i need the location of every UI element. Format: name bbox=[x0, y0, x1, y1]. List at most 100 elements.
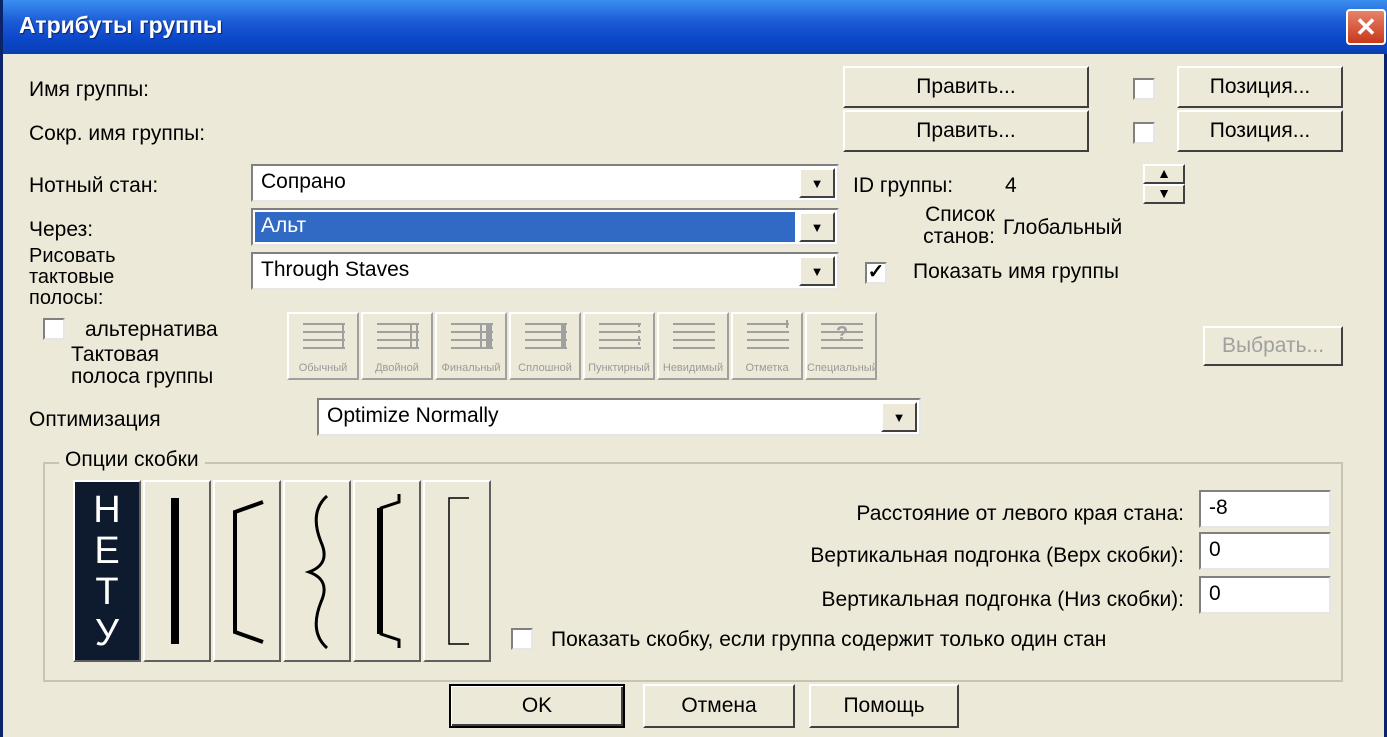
show-group-name-label: Показать имя группы bbox=[913, 260, 1119, 283]
group-name-edit-button[interactable]: Править... bbox=[843, 66, 1089, 108]
barline-final-icon bbox=[451, 323, 493, 349]
barlines-select-value: Through Staves bbox=[261, 258, 410, 281]
cancel-button[interactable]: Отмена bbox=[643, 684, 795, 728]
staff-list-label-line2: станов: bbox=[923, 225, 995, 248]
group-id-value: 4 bbox=[1005, 174, 1017, 197]
bracket-none-button[interactable]: Н Е Т У bbox=[73, 480, 141, 662]
show-group-name-checkbox[interactable]: ✓ bbox=[865, 262, 887, 284]
short-group-name-edit-button[interactable]: Править... bbox=[843, 110, 1089, 152]
barline-style-caption: Двойной bbox=[375, 362, 419, 374]
group-id-spin-down[interactable]: ▼ bbox=[1143, 184, 1185, 204]
bracket-none-letter: Т bbox=[95, 571, 119, 613]
check-icon: ✓ bbox=[867, 261, 885, 283]
short-group-name-label: Сокр. имя группы: bbox=[29, 122, 206, 145]
barline-invisible-icon bbox=[673, 323, 715, 349]
close-button[interactable]: ✕ bbox=[1346, 9, 1386, 45]
choose-button[interactable]: Выбрать... bbox=[1203, 326, 1343, 366]
bracket-line-icon bbox=[171, 498, 179, 644]
through-select[interactable]: Альт ▼ bbox=[251, 208, 839, 246]
bottom-adjust-input[interactable]: 0 bbox=[1199, 576, 1331, 614]
barline-normal-icon bbox=[303, 323, 345, 349]
group-barline-label: Тактовая полоса группы bbox=[71, 344, 213, 388]
barlines-label-line2: тактовые bbox=[29, 266, 115, 288]
bracket-none-letter: Н bbox=[93, 489, 121, 531]
barline-tick-icon bbox=[747, 320, 789, 349]
alternative-label: альтернатива bbox=[85, 318, 218, 341]
top-adjust-label: Вертикальная подгонка (Верх скобки): bbox=[810, 544, 1184, 567]
bracket-line-button[interactable] bbox=[143, 480, 211, 662]
show-single-bracket-label: Показать скобку, если группа содержит то… bbox=[551, 628, 1107, 651]
chevron-down-icon[interactable]: ▼ bbox=[881, 402, 917, 432]
alternative-checkbox[interactable] bbox=[43, 318, 65, 340]
bracket-square-icon bbox=[233, 500, 264, 644]
barline-style-caption: Специальный bbox=[807, 362, 875, 374]
barline-style-normal-button[interactable]: Обычный bbox=[287, 312, 359, 380]
short-group-name-position-button[interactable]: Позиция... bbox=[1177, 110, 1343, 152]
top-adjust-input[interactable]: 0 bbox=[1199, 532, 1331, 570]
staff-select[interactable]: Сопрано ▼ bbox=[251, 164, 839, 202]
barlines-label-line1: Рисовать bbox=[29, 245, 116, 267]
group-name-position-button[interactable]: Позиция... bbox=[1177, 66, 1343, 108]
bracket-square-button[interactable] bbox=[213, 480, 281, 662]
group-name-position-checkbox[interactable] bbox=[1133, 78, 1155, 100]
barline-double-icon bbox=[377, 323, 419, 349]
bottom-adjust-label: Вертикальная подгонка (Низ скобки): bbox=[821, 588, 1184, 611]
show-single-bracket-checkbox[interactable] bbox=[511, 628, 533, 650]
optimization-select-value: Optimize Normally bbox=[327, 404, 499, 427]
optimization-label: Оптимизация bbox=[29, 408, 161, 431]
short-group-name-position-checkbox[interactable] bbox=[1133, 122, 1155, 144]
bracket-thin-square-icon bbox=[448, 497, 469, 645]
distance-label: Расстояние от левого края стана: bbox=[856, 502, 1184, 525]
title-bar[interactable]: Атрибуты группы ✕ bbox=[3, 0, 1387, 54]
staff-list-label-line1: Список bbox=[925, 203, 995, 226]
bracket-curly-icon bbox=[304, 494, 329, 650]
bracket-thin-square-button[interactable] bbox=[423, 480, 491, 662]
chevron-down-icon[interactable]: ▼ bbox=[799, 168, 835, 198]
through-select-value: Альт bbox=[255, 212, 795, 242]
ok-button[interactable]: OK bbox=[449, 684, 625, 728]
staff-label: Нотный стан: bbox=[29, 174, 159, 197]
help-button[interactable]: Помощь bbox=[809, 684, 959, 728]
barline-style-dashed-button[interactable]: Пунктирный bbox=[583, 312, 655, 380]
barline-style-caption: Финальный bbox=[441, 362, 501, 374]
svg-text:?: ? bbox=[836, 323, 848, 345]
window-title: Атрибуты группы bbox=[19, 12, 223, 38]
barline-style-caption: Отметка bbox=[745, 362, 789, 374]
bracket-curly-button[interactable] bbox=[283, 480, 351, 662]
bracket-bold-square-button[interactable] bbox=[353, 480, 421, 662]
barline-style-caption: Пунктирный bbox=[588, 362, 650, 374]
bracket-none-letter: У bbox=[94, 612, 120, 654]
barline-style-custom-button[interactable]: ? Специальный bbox=[805, 312, 877, 380]
barline-style-invisible-button[interactable]: Невидимый bbox=[657, 312, 729, 380]
close-icon: ✕ bbox=[1355, 11, 1377, 42]
arrow-up-icon: ▲ bbox=[1157, 165, 1171, 181]
group-id-label: ID группы: bbox=[853, 174, 954, 197]
staff-list-value: Глобальный bbox=[1003, 216, 1123, 239]
barline-style-caption: Сплошной bbox=[518, 362, 572, 374]
barline-style-final-button[interactable]: Финальный bbox=[435, 312, 507, 380]
chevron-down-icon[interactable]: ▼ bbox=[799, 212, 835, 242]
chevron-down-icon[interactable]: ▼ bbox=[799, 256, 835, 286]
group-name-label: Имя группы: bbox=[29, 78, 150, 101]
bracket-none-letter: Е bbox=[94, 530, 120, 572]
group-barline-label-line2: полоса группы bbox=[71, 365, 214, 388]
barlines-select[interactable]: Through Staves ▼ bbox=[251, 252, 839, 290]
barline-style-double-button[interactable]: Двойной bbox=[361, 312, 433, 380]
barline-style-tick-button[interactable]: Отметка bbox=[731, 312, 803, 380]
through-label: Через: bbox=[29, 218, 94, 241]
optimization-select[interactable]: Optimize Normally ▼ bbox=[317, 398, 921, 436]
dialog-window: Атрибуты группы ✕ Имя группы: Править...… bbox=[0, 0, 1387, 737]
barline-style-solid-button[interactable]: Сплошной bbox=[509, 312, 581, 380]
barlines-label: Рисовать тактовые полосы: bbox=[29, 246, 116, 309]
staff-select-value: Сопрано bbox=[261, 170, 346, 193]
barline-dashed-icon bbox=[599, 323, 641, 349]
group-barline-label-line1: Тактовая bbox=[71, 343, 160, 366]
barline-style-caption: Невидимый bbox=[662, 362, 724, 374]
bracket-options-legend: Опции скобки bbox=[59, 448, 205, 472]
bracket-bold-square-icon bbox=[377, 494, 401, 648]
group-id-spin-up[interactable]: ▲ bbox=[1143, 164, 1185, 184]
barline-solid-icon bbox=[525, 323, 567, 349]
barline-custom-icon: ? bbox=[821, 323, 863, 349]
staff-list-label: Список станов: bbox=[891, 204, 995, 248]
distance-input[interactable]: -8 bbox=[1199, 490, 1331, 528]
